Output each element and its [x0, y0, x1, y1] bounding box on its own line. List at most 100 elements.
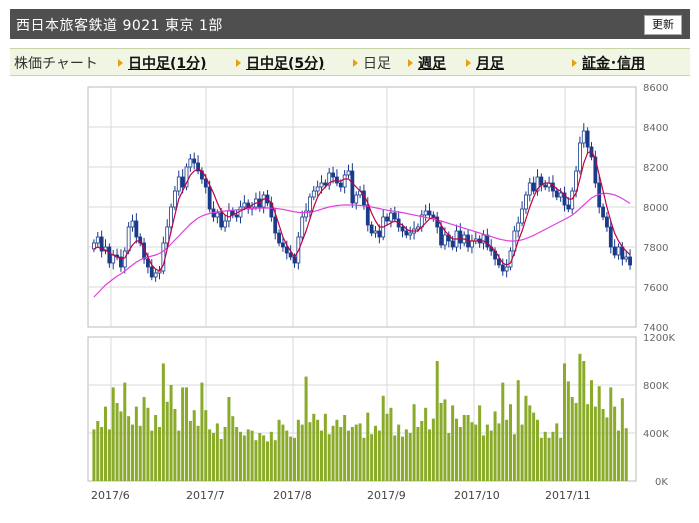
volume-bar	[582, 361, 586, 481]
volume-bar	[293, 437, 296, 481]
candle-body	[504, 266, 509, 272]
volume-bar	[412, 404, 416, 481]
candle-body	[323, 182, 328, 186]
candle-body	[315, 186, 320, 192]
candle-body	[281, 242, 285, 248]
candle-body	[524, 194, 528, 210]
volume-bar	[273, 440, 277, 481]
volume-bar	[512, 434, 516, 481]
volume-bar	[370, 434, 374, 481]
candle-body	[234, 214, 239, 218]
volume-bar	[385, 413, 389, 481]
volume-bar	[424, 407, 428, 481]
volume-bar	[115, 403, 119, 481]
candle-body	[331, 172, 335, 178]
volume-bar	[227, 397, 231, 481]
candle-body	[581, 130, 586, 144]
volume-bar	[520, 424, 524, 481]
volume-bar	[320, 430, 323, 481]
volume-bar	[563, 363, 566, 481]
candle-body	[408, 232, 413, 236]
volume-bar	[470, 422, 474, 481]
volume-bar	[327, 434, 331, 481]
volume-bar	[613, 406, 617, 481]
candle-body	[369, 224, 374, 234]
volume-bar	[478, 405, 482, 481]
volume-bar	[161, 363, 165, 481]
price-tick-label: 8600	[643, 83, 668, 94]
volume-tick-label: 1200K	[643, 333, 675, 344]
volume-bar	[285, 430, 289, 481]
volume-bar	[289, 436, 293, 481]
volume-bar	[316, 419, 320, 481]
volume-bar	[451, 405, 455, 481]
volume-bar	[624, 428, 628, 481]
volume-bar	[312, 413, 316, 481]
volume-bar	[443, 399, 447, 481]
candle-body	[365, 204, 370, 226]
candle-body	[527, 182, 532, 196]
date-tick-label: 2017/6	[91, 489, 130, 502]
candle-body	[385, 216, 389, 222]
candle-body	[308, 196, 312, 212]
volume-bar	[489, 430, 493, 481]
candle-body	[497, 258, 501, 266]
volume-bar	[246, 429, 250, 481]
volume-bar	[192, 410, 196, 481]
volume-bar	[134, 406, 138, 481]
volume-bar	[107, 429, 111, 481]
volume-bar	[485, 424, 489, 481]
volume-bar	[335, 419, 339, 481]
volume-bar	[536, 419, 539, 481]
candle-body	[126, 226, 131, 252]
candle-body	[153, 272, 158, 278]
candle-body	[400, 226, 405, 232]
volume-bar	[239, 431, 242, 481]
volume-bar	[528, 405, 532, 481]
volume-bar	[435, 361, 439, 481]
candle-body	[284, 246, 289, 254]
price-tick-label: 7800	[643, 243, 668, 254]
volume-bar	[269, 431, 273, 481]
volume-tick-label: 0K	[655, 477, 668, 488]
volume-bar	[551, 431, 555, 481]
volume-bar	[215, 423, 219, 481]
candle-body	[605, 216, 609, 228]
price-tick-label: 8400	[643, 123, 668, 134]
volume-bar	[219, 439, 223, 481]
volume-bar	[235, 427, 239, 481]
candle-body	[543, 184, 548, 188]
candle-body	[427, 210, 432, 216]
candle-body	[134, 220, 139, 238]
candle-body	[335, 176, 339, 184]
date-tick-label: 2017/7	[186, 489, 225, 502]
volume-bar	[555, 423, 559, 481]
volume-bar	[347, 430, 350, 481]
candle-body	[377, 230, 382, 238]
volume-bar	[578, 353, 582, 481]
candle-body	[215, 212, 220, 218]
candle-body	[373, 230, 378, 234]
volume-bar	[173, 409, 177, 481]
candle-body	[130, 220, 135, 228]
volume-bar	[169, 385, 173, 481]
candle-body	[458, 230, 463, 244]
volume-bar	[516, 380, 520, 481]
volume-bar	[404, 429, 408, 481]
candle-body	[578, 142, 582, 172]
volume-bar	[343, 415, 347, 481]
volume-bar	[358, 423, 362, 481]
volume-bar	[100, 427, 104, 481]
candle-body	[570, 190, 575, 210]
volume-bar	[586, 404, 590, 481]
candle-body	[392, 212, 397, 220]
volume-bar	[381, 395, 385, 481]
volume-bar	[609, 387, 613, 481]
volume-bar	[165, 401, 169, 481]
volume-bar	[204, 410, 208, 481]
candle-body	[516, 222, 521, 232]
candle-body	[585, 130, 590, 148]
candle-body	[450, 240, 455, 248]
volume-bar	[131, 424, 134, 481]
volume-bar	[401, 436, 404, 481]
